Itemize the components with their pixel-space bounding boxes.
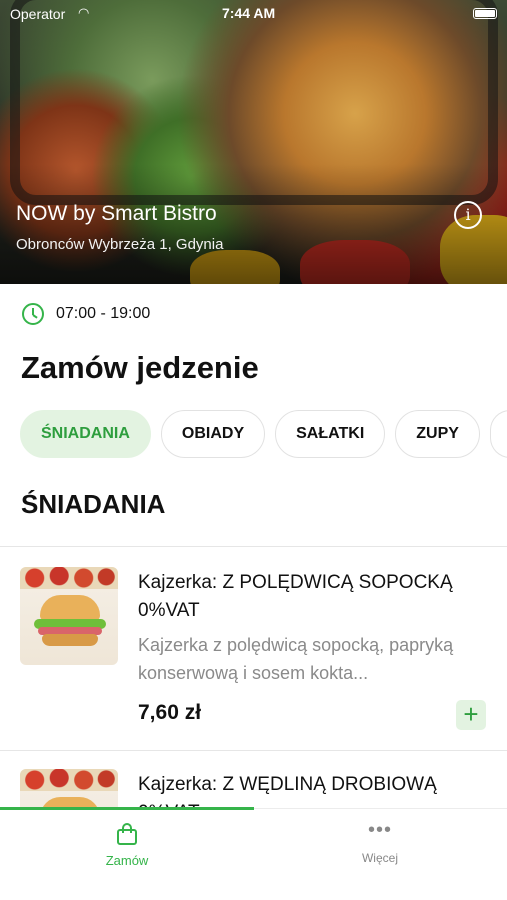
category-tabs: ŚNIADANIA OBIADY SAŁATKI ZUPY	[20, 410, 507, 458]
tab-next-partial[interactable]	[489, 410, 507, 458]
bottom-tab-bar: Zamów ••• Więcej	[0, 807, 507, 900]
carrier-label: Operator	[10, 6, 66, 22]
item-name: Kajzerka: Z WĘDLINĄ DROBIOWĄ 0%VAT	[138, 774, 437, 808]
tab-more-label: Więcej	[361, 851, 398, 865]
opening-hours: 07:00 - 19:00	[22, 302, 150, 326]
item-image	[20, 769, 118, 808]
clock-time: 7:44 AM	[222, 5, 276, 21]
more-dots-icon: •••	[367, 819, 392, 841]
page-title: Zamów jedzenie	[21, 350, 259, 385]
info-button[interactable]: i	[454, 201, 482, 229]
item-description: Kajzerka z polędwicą sopocką, papryką ko…	[138, 635, 454, 683]
add-to-cart-button[interactable]: +	[456, 700, 486, 730]
hero-image: Operator ◠ 7:44 AM NOW by Smart Bistro O…	[0, 0, 507, 284]
shopping-bag-icon	[117, 823, 137, 845]
item-image	[20, 567, 118, 665]
section-title: ŚNIADANIA	[21, 489, 166, 519]
status-bar: Operator ◠ 7:44 AM	[0, 0, 507, 28]
clock-icon	[22, 303, 44, 325]
menu-item[interactable]: Kajzerka: Z WĘDLINĄ DROBIOWĄ 0%VAT	[0, 751, 507, 808]
progress-indicator	[0, 807, 254, 810]
wifi-icon: ◠	[78, 5, 90, 20]
tab-obiady[interactable]: OBIADY	[160, 410, 266, 458]
tab-salatki[interactable]: SAŁATKI	[275, 410, 386, 458]
restaurant-address: Obronców Wybrzeża 1, Gdynia	[16, 236, 224, 253]
item-name: Kajzerka: Z POLĘDWICĄ SOPOCKĄ 0%VAT	[138, 572, 453, 621]
tab-order-label: Zamów	[105, 853, 149, 868]
tab-more[interactable]: ••• Więcej	[320, 819, 440, 865]
battery-icon	[473, 8, 497, 19]
item-price: 7,60 zł	[138, 701, 202, 724]
tab-zupy[interactable]: ZUPY	[395, 410, 480, 458]
menu-item[interactable]: Kajzerka: Z POLĘDWICĄ SOPOCKĄ 0%VAT Kajz…	[0, 547, 507, 750]
restaurant-name: NOW by Smart Bistro	[16, 202, 217, 225]
tab-sniadania[interactable]: ŚNIADANIA	[20, 410, 151, 458]
hours-text: 07:00 - 19:00	[56, 305, 151, 322]
tab-order[interactable]: Zamów	[67, 823, 187, 868]
info-icon: i	[465, 205, 471, 224]
